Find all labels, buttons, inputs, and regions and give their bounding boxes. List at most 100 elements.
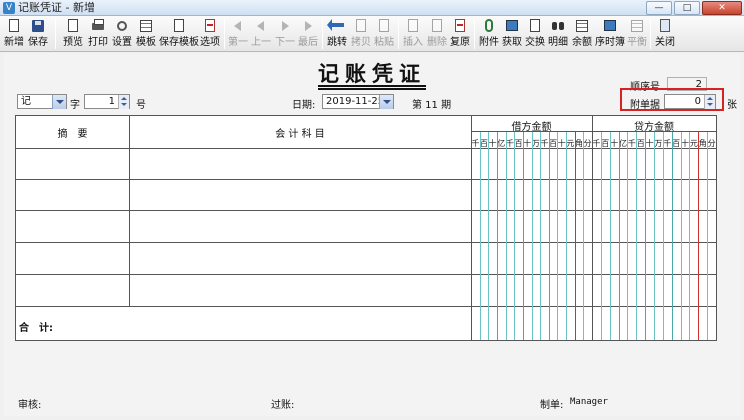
credit-column-divider (662, 132, 664, 340)
delete-button[interactable]: 删除 (426, 17, 448, 51)
credit-digit-header: 十 (610, 139, 619, 148)
credit-digit-header: 十 (680, 139, 689, 148)
detail-button[interactable]: 明细 (547, 17, 569, 51)
summary-cell[interactable] (16, 275, 129, 306)
restore-button[interactable]: 复原 (449, 17, 471, 51)
balance-button[interactable]: 余额 (571, 17, 593, 51)
credit-digit-header: 十 (645, 139, 654, 148)
summary-cell[interactable] (16, 243, 129, 274)
account-cell[interactable] (130, 180, 471, 210)
spinner-icon[interactable] (704, 95, 715, 109)
new-button[interactable]: 新增 (4, 17, 24, 51)
date-label: 日期: (292, 100, 316, 111)
account-cell[interactable] (130, 149, 471, 179)
credit-digit-header: 千 (663, 139, 672, 148)
save-icon (31, 19, 45, 33)
print-button[interactable]: 打印 (86, 17, 110, 51)
credit-column-divider (600, 132, 602, 340)
debit-column-divider (583, 132, 585, 340)
date-picker[interactable]: 2019-11-25 (322, 94, 394, 109)
maximize-button[interactable]: □ (674, 1, 700, 15)
last-button[interactable]: 最后 (297, 17, 319, 51)
attachments-stepper[interactable]: 0 (664, 94, 716, 109)
voucher-title: 记账凭证 (318, 61, 426, 86)
summary-cell[interactable] (16, 149, 129, 179)
options-button[interactable]: 选项 (199, 17, 221, 51)
save-template-button[interactable]: 保存模板 (159, 17, 199, 51)
credit-column-divider (671, 132, 673, 340)
template-button[interactable]: 模板 (135, 17, 157, 51)
new-doc-icon (7, 19, 21, 33)
credit-column-divider (636, 132, 638, 340)
debit-column-divider (496, 132, 498, 340)
account-cell[interactable] (130, 211, 471, 242)
credit-digit-header: 元 (689, 139, 698, 148)
balance-icon (575, 19, 589, 33)
debit-digit-header: 百 (479, 139, 488, 148)
paste-button[interactable]: 粘贴 (373, 17, 395, 51)
balance-check-button[interactable]: 平衡 (626, 17, 648, 51)
delete-icon (430, 19, 444, 33)
journal-icon (603, 19, 617, 33)
settings-button[interactable]: 设置 (111, 17, 133, 51)
copy-button[interactable]: 拷贝 (350, 17, 372, 51)
insert-icon (406, 19, 420, 33)
minimize-button[interactable]: — (646, 1, 672, 15)
prev-button[interactable]: 上一 (250, 17, 272, 51)
debit-column-divider (531, 132, 533, 340)
debit-column-divider (548, 132, 550, 340)
maker-label: 制单: (540, 400, 564, 411)
credit-digit-header: 百 (672, 139, 681, 148)
exit-icon (658, 19, 672, 33)
attachment-button[interactable]: 附件 (478, 17, 500, 51)
next-button[interactable]: 下一 (274, 17, 296, 51)
fetch-button[interactable]: 获取 (501, 17, 523, 51)
debit-digit-header: 角 (575, 139, 584, 148)
summary-cell[interactable] (16, 180, 129, 210)
debit-column-divider (557, 132, 559, 340)
credit-digit-header: 万 (654, 139, 663, 148)
first-button[interactable]: 第一 (228, 17, 248, 51)
voucher-number-value: 1 (108, 96, 115, 107)
close-window-button[interactable]: ✕ (702, 1, 742, 15)
copy-icon (354, 19, 368, 33)
fetch-icon (505, 19, 519, 33)
preview-button[interactable]: 预览 (62, 17, 84, 51)
save-template-icon (172, 19, 186, 33)
journal-button[interactable]: 序时簿 (594, 17, 626, 51)
spinner-icon[interactable] (118, 95, 129, 109)
total-label: 合 计: (19, 323, 53, 334)
account-cell[interactable] (130, 275, 471, 306)
jump-button[interactable]: 跳转 (326, 17, 348, 51)
close-button[interactable]: 关闭 (654, 17, 676, 51)
jump-icon (327, 19, 344, 33)
title-bar: V 记账凭证 - 新增 — □ ✕ (0, 0, 744, 16)
audit-label: 审核: (18, 400, 42, 411)
chevron-down-icon[interactable] (379, 95, 393, 109)
credit-column-divider (654, 132, 655, 340)
col-summary-header: 摘 要 (57, 129, 88, 140)
debit-digit-header: 亿 (497, 139, 506, 148)
voucher-type-select[interactable]: 记 (17, 94, 67, 109)
options-icon (203, 19, 217, 33)
next-icon (278, 19, 292, 33)
exchange-button[interactable]: 交换 (524, 17, 546, 51)
voucher-number-stepper[interactable]: 1 (84, 94, 130, 109)
chevron-down-icon[interactable] (52, 95, 66, 109)
account-cell[interactable] (130, 243, 471, 274)
template-icon (139, 19, 153, 33)
credit-column-divider (707, 132, 709, 340)
credit-column-divider (618, 132, 620, 340)
save-button[interactable]: 保存 (26, 17, 50, 51)
attachments-value: 0 (694, 96, 701, 107)
credit-digit-header: 百 (601, 139, 610, 148)
debit-digit-header: 千 (471, 139, 480, 148)
toolbar: 新增 保存 预览 打印 设置 模板 保存模板 选项 第一 上一 下一 最后 跳转… (0, 16, 744, 52)
summary-cell[interactable] (16, 211, 129, 242)
debit-column-divider (566, 132, 568, 340)
col-account-header: 会 计 科 目 (275, 129, 325, 140)
maker-value: Manager (570, 397, 608, 407)
insert-button[interactable]: 插入 (402, 17, 424, 51)
credit-digit-header: 分 (707, 139, 716, 148)
paste-icon (377, 19, 391, 33)
